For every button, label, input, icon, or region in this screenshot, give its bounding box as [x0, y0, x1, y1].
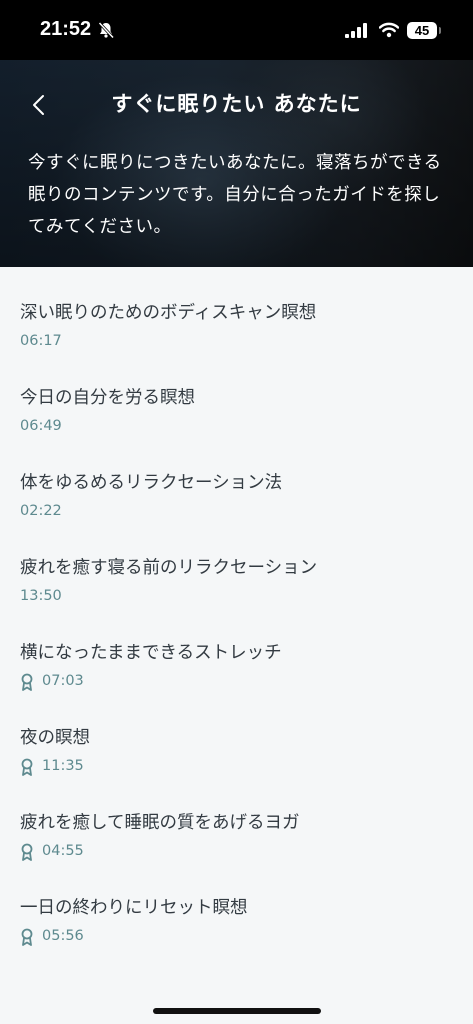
page-description: 今すぐに眠りにつきたいあなたに。寝落ちができる眠りのコンテンツです。自分に合った…: [28, 153, 442, 237]
award-icon: [21, 843, 33, 861]
list-item[interactable]: 疲れを癒す寝る前のリラクセーション 13:50: [20, 522, 440, 604]
award-icon: [21, 673, 33, 691]
item-duration: 07:03: [42, 673, 84, 689]
status-bar: 21:52 45: [0, 0, 473, 60]
home-indicator[interactable]: [153, 1008, 321, 1014]
list-item[interactable]: 疲れを癒して睡眠の質をあげるヨガ 04:55: [20, 777, 440, 861]
item-title: 体をゆるめるリラクセーション法: [20, 473, 283, 493]
item-duration: 11:35: [42, 758, 84, 774]
list-item[interactable]: 夜の瞑想 11:35: [20, 692, 440, 776]
list-item[interactable]: 体をゆるめるリラクセーション法 02:22: [20, 437, 440, 519]
item-title: 横になったままできるストレッチ: [20, 643, 282, 663]
list-item[interactable]: 深い眠りのためのボディスキャン瞑想 06:17: [20, 267, 440, 349]
award-icon: [21, 928, 33, 946]
battery-icon: 45: [407, 22, 437, 39]
item-title: 疲れを癒して睡眠の質をあげるヨガ: [20, 813, 300, 833]
list-item[interactable]: 今日の自分を労る瞑想 06:49: [20, 352, 440, 434]
battery-tip: [439, 27, 441, 34]
item-duration: 04:55: [42, 843, 84, 859]
status-time: 21:52: [40, 18, 92, 40]
list-item[interactable]: 一日の終わりにリセット瞑想 05:56: [20, 862, 440, 946]
bell-slash-icon: [98, 21, 115, 39]
item-duration: 05:56: [42, 928, 84, 944]
item-title: 今日の自分を労る瞑想: [20, 388, 195, 408]
item-duration: 02:22: [20, 503, 62, 519]
item-duration: 06:17: [20, 333, 62, 349]
award-icon: [21, 758, 33, 776]
item-title: 夜の瞑想: [20, 728, 90, 748]
item-duration: 13:50: [20, 588, 62, 604]
item-title: 疲れを癒す寝る前のリラクセーション: [20, 558, 318, 578]
item-title: 深い眠りのためのボディスキャン瞑想: [20, 303, 317, 323]
signal-icon: [345, 23, 367, 38]
list-item[interactable]: 横になったままできるストレッチ 07:03: [20, 607, 440, 691]
header-banner: すぐに眠りたい あなたに 今すぐに眠りにつきたいあなたに。寝落ちができる眠りのコ…: [0, 60, 473, 267]
page-title: すぐに眠りたい あなたに: [111, 92, 362, 116]
item-duration: 06:49: [20, 418, 62, 434]
wifi-icon: [379, 22, 399, 38]
item-title: 一日の終わりにリセット瞑想: [20, 898, 248, 918]
